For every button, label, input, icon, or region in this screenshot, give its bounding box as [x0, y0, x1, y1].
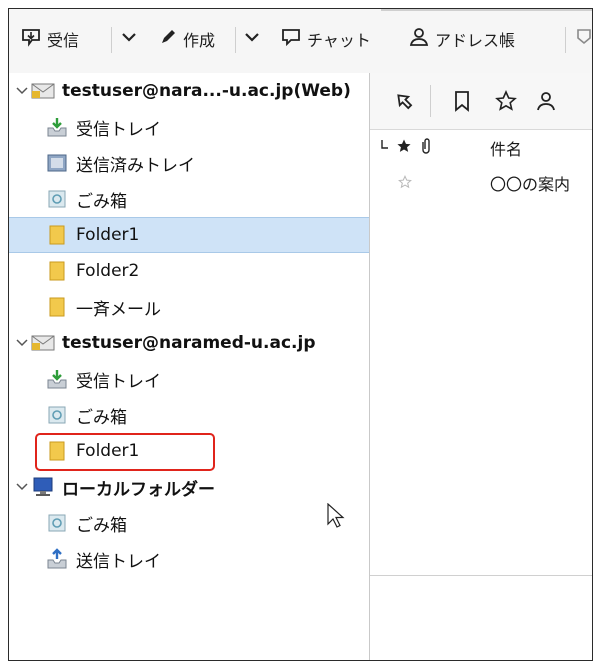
inbox-icon — [45, 367, 69, 391]
message-subject: 〇〇の案内 — [490, 175, 571, 194]
unread-filter-icon[interactable] — [448, 87, 476, 115]
account-row-web[interactable]: testuser@nara...-u.ac.jp(Web) — [9, 73, 369, 109]
folder-item-trash[interactable]: ごみ箱 — [9, 181, 369, 217]
chat-icon — [281, 27, 301, 51]
folder-label: 受信トレイ — [76, 371, 161, 392]
folder-label: ごみ箱 — [76, 191, 127, 212]
folder-label: 送信済みトレイ — [76, 155, 195, 176]
folder-label: Folder1 — [76, 225, 140, 245]
pencil-icon — [159, 28, 177, 50]
mouse-pointer-icon — [327, 502, 345, 533]
address-book-label: アドレス帳 — [435, 31, 516, 50]
sent-icon — [45, 151, 69, 175]
folder-item-trash[interactable]: ごみ箱 — [9, 397, 369, 433]
toolbar-separator — [235, 27, 236, 53]
chevron-down-icon[interactable] — [15, 85, 29, 97]
outbox-icon — [45, 547, 69, 571]
quick-filter-bar — [370, 73, 592, 130]
local-folders-name: ローカルフォルダー — [62, 479, 215, 500]
thread-column-icon[interactable] — [380, 138, 390, 158]
folder-label: Folder2 — [76, 261, 140, 281]
folder-icon — [45, 295, 69, 319]
inbox-icon — [45, 115, 69, 139]
folder-item-bulk-mail[interactable]: 一斉メール — [9, 289, 369, 325]
folder-item-folder2[interactable]: Folder2 — [9, 253, 369, 289]
sticky-filter-icon[interactable] — [390, 87, 418, 115]
subject-column-header[interactable]: 件名 — [490, 136, 522, 160]
highlight-box — [35, 433, 215, 471]
star-column-icon[interactable] — [396, 138, 412, 158]
chat-button[interactable]: チャット — [281, 23, 371, 55]
get-messages-icon — [21, 27, 41, 51]
local-folders-row[interactable]: ローカルフォルダー — [9, 469, 369, 505]
toolbar-separator — [111, 27, 112, 53]
address-book-button[interactable]: アドレス帳 — [409, 23, 515, 55]
folder-item-inbox[interactable]: 受信トレイ — [9, 361, 369, 397]
star-toggle-icon[interactable] — [398, 174, 412, 193]
folder-item-trash[interactable]: ごみ箱 — [9, 505, 369, 541]
trash-icon — [45, 511, 69, 535]
mail-account-icon — [31, 331, 55, 355]
folder-icon — [45, 259, 69, 283]
mail-account-icon — [31, 79, 55, 103]
pane-splitter[interactable] — [370, 575, 592, 576]
folder-label: 送信トレイ — [76, 551, 161, 572]
computer-icon — [31, 475, 55, 499]
tag-button[interactable] — [576, 23, 592, 55]
chevron-down-icon[interactable] — [15, 481, 29, 493]
contact-filter-icon[interactable] — [532, 87, 560, 115]
tag-icon — [576, 27, 592, 51]
toolbar-separator — [565, 27, 566, 53]
toolbar-top-rule — [381, 9, 592, 11]
write-dropdown[interactable] — [244, 23, 260, 55]
account-name: testuser@naramed-u.ac.jp — [62, 333, 316, 353]
message-row[interactable]: 〇〇の案内 — [370, 169, 592, 197]
folder-icon — [45, 223, 69, 247]
message-pane: 件名 〇〇の案内 — [370, 73, 592, 660]
trash-icon — [45, 187, 69, 211]
chat-label: チャット — [307, 31, 371, 50]
app-window: 受信 作成 チャット アドレス帳 testuser@nara...-u.ac.j… — [8, 8, 593, 661]
write-label: 作成 — [183, 31, 216, 50]
chevron-down-icon[interactable] — [15, 337, 29, 349]
main-toolbar: 受信 作成 チャット アドレス帳 — [9, 9, 592, 74]
get-messages-dropdown[interactable] — [121, 23, 137, 55]
folder-item-folder1-selected[interactable]: Folder1 — [9, 217, 369, 253]
chevron-down-icon — [121, 29, 137, 49]
chevron-down-icon — [244, 29, 260, 49]
write-button[interactable]: 作成 — [159, 23, 215, 55]
folder-pane: testuser@nara...-u.ac.jp(Web) 受信トレイ 送信済み… — [9, 73, 370, 660]
folder-item-inbox[interactable]: 受信トレイ — [9, 109, 369, 145]
address-book-icon — [409, 27, 429, 51]
account-name: testuser@nara...-u.ac.jp(Web) — [62, 81, 351, 101]
folder-label: 一斉メール — [76, 299, 161, 320]
folder-item-outbox[interactable]: 送信トレイ — [9, 541, 369, 577]
get-messages-label: 受信 — [47, 31, 80, 50]
folder-label: ごみ箱 — [76, 515, 127, 536]
toolbar-separator — [430, 85, 431, 117]
message-column-header: 件名 — [370, 131, 592, 165]
folder-item-sent[interactable]: 送信済みトレイ — [9, 145, 369, 181]
folder-label: ごみ箱 — [76, 407, 127, 428]
get-messages-button[interactable]: 受信 — [21, 23, 79, 55]
attachment-column-icon[interactable] — [420, 137, 432, 159]
account-row-naramed[interactable]: testuser@naramed-u.ac.jp — [9, 325, 369, 361]
trash-icon — [45, 403, 69, 427]
star-filter-icon[interactable] — [492, 87, 520, 115]
folder-label: 受信トレイ — [76, 119, 161, 140]
